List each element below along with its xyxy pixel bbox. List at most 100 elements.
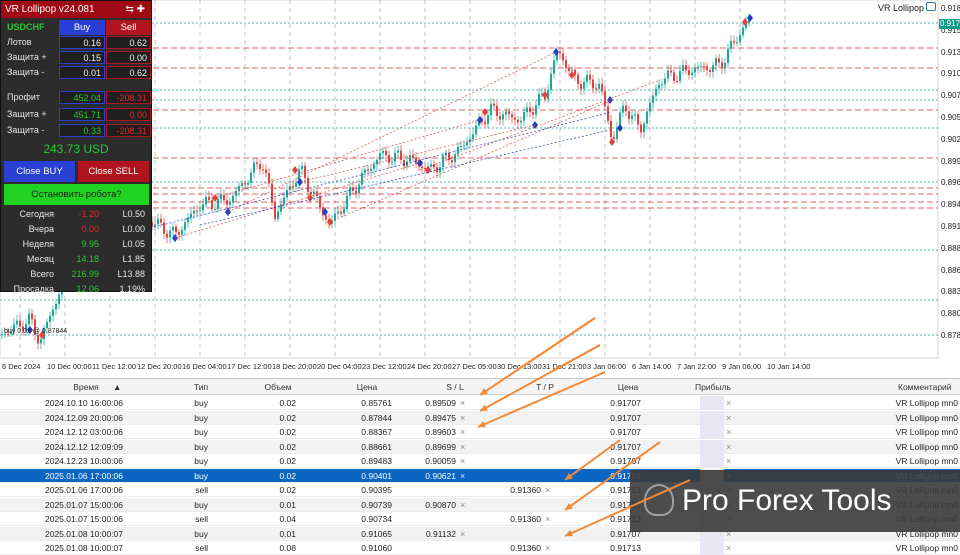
protection2-minus-buy-value: 0.33 (59, 124, 105, 137)
time-axis-label: 27 Dec 05:00 (452, 362, 497, 371)
cell-vol: 0.02 (279, 441, 296, 452)
close-position-icon[interactable]: × (726, 454, 731, 468)
candle-body (526, 107, 528, 112)
close-position-icon[interactable]: × (726, 425, 731, 439)
candle-body (283, 197, 285, 205)
candle-body (376, 159, 378, 165)
cell-time: 2024.12.23 10:00:06 (45, 456, 123, 466)
cell-type: buy (194, 456, 208, 466)
protection-plus-sell-field[interactable]: 0.00 (106, 51, 151, 64)
remove-tp-icon[interactable]: × (545, 541, 550, 555)
table-row[interactable]: 2024.12.12 12:09:09 buy 0.02 0.88661 0.89699… (0, 439, 960, 454)
cell-type: buy (194, 398, 208, 408)
candle-body (280, 204, 282, 212)
table-row[interactable]: 2024.12.09 20:00:06 buy 0.02 0.87844 0.89475… (0, 410, 960, 425)
candle-body (52, 309, 54, 316)
cell-sl: 0.91132 (425, 528, 456, 539)
brand-watermark: Pro Forex Tools (630, 470, 960, 532)
cell-type: sell (195, 543, 208, 553)
candle-body (679, 70, 681, 82)
close-position-icon[interactable]: × (726, 440, 731, 454)
col-profit[interactable]: Прибыль (693, 379, 733, 395)
cell-tp: 0.91360 (510, 485, 541, 495)
col-current-price[interactable]: Цена (613, 379, 643, 395)
sort-indicator-icon[interactable]: ▲ (113, 379, 121, 395)
candle-body (730, 40, 732, 49)
remove-tp-icon[interactable]: × (545, 512, 550, 526)
stat-value: 12.06 (76, 284, 99, 294)
lots-sell-field[interactable]: 0.62 (106, 36, 151, 49)
bull-logo-icon (644, 484, 674, 516)
candle-body (493, 103, 495, 106)
col-type[interactable]: Тип (186, 379, 216, 395)
buy-button[interactable]: Buy (59, 20, 105, 35)
candle-body (160, 218, 162, 223)
protection-minus-sell-field[interactable]: 0.62 (106, 66, 151, 79)
remove-sl-icon[interactable]: × (460, 440, 465, 454)
col-sl[interactable]: S / L (440, 379, 470, 395)
cell-sl: 0.90621 (425, 470, 456, 481)
cell-price: 0.89483 (361, 456, 392, 466)
candle-body (220, 194, 222, 200)
candle-body (505, 111, 507, 115)
table-row[interactable]: 2025.01.08 10:00:07 sell 0.08 0.91060 0.9136… (0, 541, 960, 555)
profit-cell-blur (700, 439, 724, 454)
col-volume[interactable]: Объем (258, 379, 298, 395)
remove-sl-icon[interactable]: × (460, 425, 465, 439)
trade-connection-line (329, 99, 613, 223)
candle-body (373, 164, 375, 169)
candle-body (37, 334, 39, 344)
cell-cur: 0.91713 (610, 543, 641, 553)
candle-body (649, 102, 651, 112)
profit-cell-blur (700, 454, 724, 468)
cell-type: buy (194, 441, 208, 452)
remove-sl-icon[interactable]: × (460, 411, 465, 425)
time-axis-label: 16 Dec 04:00 (182, 362, 227, 371)
table-row[interactable]: 2024.10.10 16:00:06 buy 0.02 0.85761 0.89509… (0, 396, 960, 410)
table-row[interactable]: 2024.12.12 03:00:06 buy 0.02 0.88367 0.89603… (0, 425, 960, 439)
candle-body (607, 106, 609, 121)
cell-vol: 0.02 (279, 398, 296, 408)
sell-button[interactable]: Sell (106, 20, 151, 35)
close-position-icon[interactable]: × (726, 396, 731, 410)
col-comment[interactable]: Комментарий (898, 379, 952, 395)
price-axis-label: 0.8861 (941, 265, 960, 275)
close-sell-button[interactable]: Close SELL (78, 161, 149, 182)
candle-body (355, 190, 357, 194)
close-buy-button[interactable]: Close BUY (4, 161, 75, 182)
protection-minus-buy-field[interactable]: 0.01 (59, 66, 105, 79)
panel-title-bar[interactable]: VR Lollipop v24.081 ⇆ ✚ (1, 1, 151, 18)
candle-body (532, 112, 534, 115)
protection-plus-buy-field[interactable]: 0.15 (59, 51, 105, 64)
candle-body (358, 184, 360, 194)
table-header: Время ▲ Тип Объем Цена S / L T / P Цена … (0, 379, 960, 395)
col-time[interactable]: Время (56, 379, 116, 395)
remove-sl-icon[interactable]: × (460, 454, 465, 468)
table-row[interactable]: 2024.12.23 10:00:06 buy 0.02 0.89483 0.90059… (0, 454, 960, 468)
candle-body (325, 215, 327, 220)
cell-vol: 0.01 (279, 528, 296, 539)
candle-body (226, 200, 228, 205)
candle-body (205, 196, 207, 205)
remove-sl-icon[interactable]: × (460, 527, 465, 541)
stop-robot-button[interactable]: Остановить робота? (4, 184, 149, 205)
profit-sell-value: -208.31 (106, 91, 151, 104)
candle-body (712, 65, 714, 72)
panel-window-icons[interactable]: ⇆ ✚ (125, 1, 145, 18)
close-position-icon[interactable]: × (726, 541, 731, 555)
price-axis-label: 0.9050 (941, 113, 960, 122)
remove-tp-icon[interactable]: × (545, 483, 550, 497)
protection2-minus-label: Защита - (7, 125, 45, 135)
col-price[interactable]: Цена (352, 379, 382, 395)
price-axis-label: 0.8780 (941, 331, 960, 340)
remove-sl-icon[interactable]: × (460, 498, 465, 512)
remove-sl-icon[interactable]: × (460, 396, 465, 410)
remove-sl-icon[interactable]: × (460, 469, 465, 483)
robot-control-panel: VR Lollipop v24.081 ⇆ ✚ USDCHF Buy Sell … (0, 0, 152, 294)
lots-buy-field[interactable]: 0.16 (59, 36, 105, 49)
candle-body (274, 202, 276, 219)
candle-body (364, 169, 366, 173)
col-tp[interactable]: T / P (530, 379, 560, 395)
trade-connection-line (214, 119, 481, 199)
close-position-icon[interactable]: × (726, 411, 731, 425)
